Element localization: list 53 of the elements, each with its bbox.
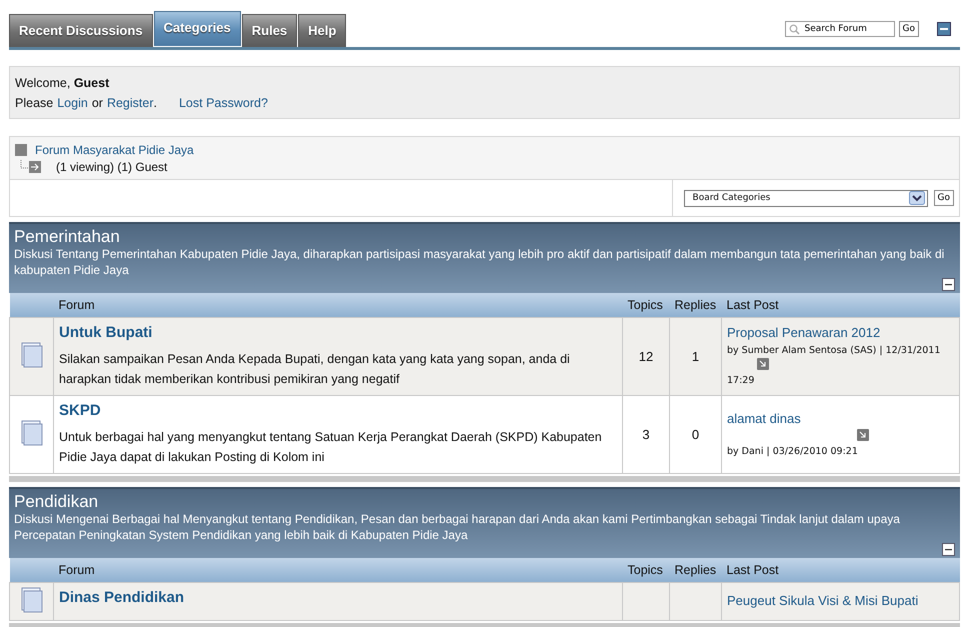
column-header: Topics — [622, 558, 670, 582]
period-text: . — [154, 95, 157, 112]
search-field[interactable]: Search Forum — [784, 21, 895, 37]
forum-description: Untuk berbagai hal yang menyangkut tentang Satuan Kerja Perangkat Daerah (SKPD) Kabupaten Pidie Jaya dapat di lakukan Posting di Kolom ini — [59, 429, 603, 466]
category-title[interactable]: Pendidikan — [14, 493, 955, 511]
column-header: Replies — [670, 558, 722, 582]
forum-icon — [20, 587, 42, 613]
last-post-link[interactable]: alamat dinas — [727, 410, 954, 426]
last-post-link[interactable]: Proposal Penawaran 2012 — [727, 325, 954, 340]
column-header: Forum — [54, 293, 622, 318]
go-button[interactable]: Go — [934, 190, 954, 206]
welcome-text: Welcome, Guest — [15, 75, 110, 92]
collapse-icon[interactable] — [942, 278, 955, 291]
replies-count: 1 — [692, 349, 700, 364]
column-header: Forum — [54, 558, 622, 582]
forum-link[interactable]: Forum Masyarakat Pidie Jaya — [35, 142, 194, 156]
forum-icon — [20, 420, 42, 446]
dropdown-icon — [908, 191, 925, 205]
connector-text: or — [92, 95, 103, 112]
column-header: Last Post — [722, 293, 960, 318]
last-post-info: by Sumber Alam Sentosa (SAS) | 12/31/2011 — [727, 344, 942, 358]
collapse-icon[interactable] — [942, 543, 955, 556]
tree-arrow-icon — [18, 160, 42, 173]
forum-icon — [20, 342, 42, 368]
forum-description: Silakan sampaikan Pesan Anda Kepada Bupati, dengan kata yang kata yang sopan, anda di harapkan tidak memberikan kontribusi pemikiran yang negatif — [59, 351, 571, 388]
category-description: Diskusi Mengenai Berbagai hal Menyangkut tentang Pendidikan, Pesan dan berbagai harapan dari Anda akan kami Pertimbangkan sebagai Tindak lanjut dalam upaya Percepatan Peningkatan System Pendidikan yang lebih baik di Kabupaten Pidie Jaya — [14, 511, 901, 543]
nav-tab[interactable]: Recent Discussions — [9, 14, 153, 47]
topics-count: 3 — [642, 427, 650, 442]
collapse-icon[interactable] — [937, 22, 951, 36]
forum-square-icon — [15, 144, 27, 156]
column-header: Topics — [622, 293, 670, 318]
register-link[interactable]: Register — [106, 93, 154, 113]
category-title[interactable]: Pemerintahan — [14, 228, 955, 246]
last-post-info: by Dani | 03/26/2010 09:21 — [727, 444, 859, 458]
forum-title-link[interactable]: SKPD — [59, 402, 617, 419]
board-select[interactable]: Board Categories — [684, 190, 928, 206]
viewing-text: (1 viewing) (1) Guest — [56, 160, 168, 174]
nav-tab[interactable]: Rules — [242, 14, 298, 47]
forum-title-link[interactable]: Untuk Bupati — [59, 324, 617, 341]
go-to-post-icon[interactable] — [857, 428, 869, 440]
column-header: Last Post — [722, 558, 960, 582]
replies-count: 0 — [692, 427, 700, 442]
column-header: Replies — [670, 293, 722, 318]
category-description: Diskusi Tentang Pemerintahan Kabupaten Pidie Jaya, diharapkan partisipasi masyarakat yang lebih pro aktif dan partisipatif dalam membangun tata pemerintahan yang baik di kabupaten Pidie Jaya — [14, 246, 946, 278]
go-button[interactable]: Go — [898, 21, 919, 37]
nav-tab[interactable]: Help — [298, 14, 346, 47]
last-post-info: 17:29 — [727, 374, 756, 388]
login-link[interactable]: Login — [57, 93, 88, 113]
topics-count: 12 — [638, 349, 654, 364]
lost-password-link[interactable]: Lost Password? — [178, 93, 268, 113]
nav-tab[interactable]: Categories — [154, 11, 241, 46]
go-to-post-icon[interactable] — [757, 358, 769, 370]
login-prompt: Please — [15, 95, 54, 112]
